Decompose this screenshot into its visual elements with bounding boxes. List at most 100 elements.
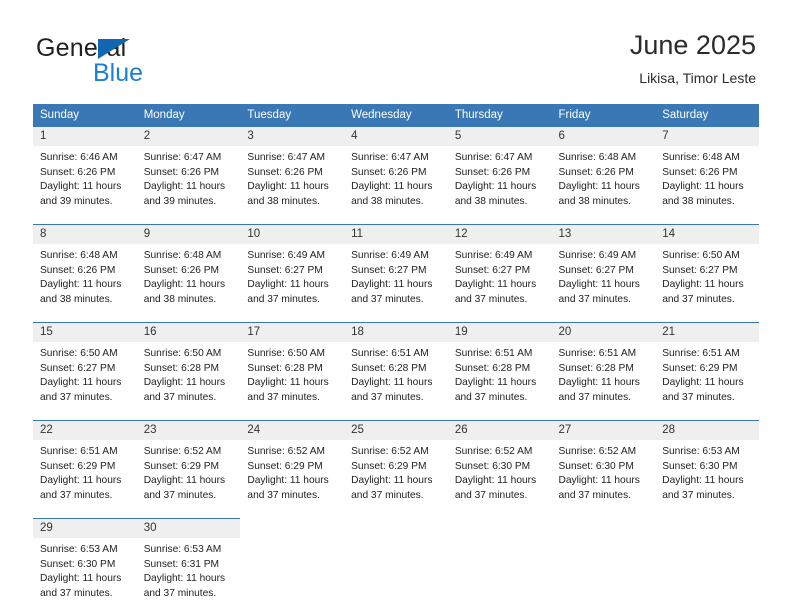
calendar-day-cell[interactable]: 9 Sunrise: 6:48 AM Sunset: 6:26 PM Daylight… [136,224,241,315]
calendar-day-cell[interactable]: 30 Sunrise: 6:53 AM Sunset: 6:31 PM Dayligh… [136,518,241,609]
calendar-day-cell[interactable]: 17 Sunrise: 6:50 AM Sunset: 6:28 PM Dayligh… [240,322,345,413]
sunrise-time: Sunrise: 6:46 AM [40,152,118,163]
daylight-duration-line2: and 39 minutes. [40,195,113,207]
calendar-day-cell[interactable]: 12 Sunrise: 6:49 AM Sunset: 6:27 PM Dayligh… [447,224,552,315]
calendar-day-cell[interactable]: 6 Sunrise: 6:48 AM Sunset: 6:26 PM Daylight… [551,126,656,217]
calendar-day-cell[interactable]: 29 Sunrise: 6:53 AM Sunset: 6:30 PM Dayligh… [33,518,137,609]
sunrise-time: Sunrise: 6:51 AM [351,348,429,359]
calendar-day-cell[interactable]: 16 Sunrise: 6:50 AM Sunset: 6:28 PM Dayligh… [136,322,241,413]
brand-logo[interactable]: General Blue [36,34,276,87]
week-gap-cell [33,216,137,225]
day-cell-inner: 2 Sunrise: 6:47 AM Sunset: 6:26 PM Daylight… [136,127,241,217]
day-cell-inner: 20 Sunrise: 6:51 AM Sunset: 6:28 PM Dayligh… [551,323,656,413]
day-number: 7 [655,127,759,146]
sunset-time: Sunset: 6:30 PM [40,558,116,570]
calendar-day-cell[interactable]: 15 Sunrise: 6:50 AM Sunset: 6:27 PM Dayligh… [33,322,137,413]
day-cell-inner: 24 Sunrise: 6:52 AM Sunset: 6:29 PM Dayligh… [240,421,345,511]
week-gap-cell [136,216,241,225]
daylight-duration-line1: Daylight: 11 hours [454,475,537,487]
daylight-duration-line1: Daylight: 11 hours [662,475,744,487]
day-cell-inner: 21 Sunrise: 6:51 AM Sunset: 6:29 PM Dayligh… [655,323,759,413]
daylight-duration-line2: and 38 minutes. [558,195,632,207]
sunrise-time: Sunrise: 6:50 AM [143,348,222,359]
day-details: Sunrise: 6:50 AM Sunset: 6:28 PM Daylight:… [240,342,344,405]
day-cell-inner: 22 Sunrise: 6:51 AM Sunset: 6:29 PM Dayligh… [33,421,137,511]
calendar-day-cell[interactable]: 19 Sunrise: 6:51 AM Sunset: 6:28 PM Dayligh… [447,322,552,413]
day-details: Sunrise: 6:51 AM Sunset: 6:29 PM Daylight:… [33,440,137,503]
week-gap-cell [447,412,552,421]
day-details: Sunrise: 6:52 AM Sunset: 6:30 PM Daylight:… [448,440,552,503]
day-details: Sunrise: 6:53 AM Sunset: 6:30 PM Daylight:… [655,440,759,503]
calendar-day-cell[interactable]: 23 Sunrise: 6:52 AM Sunset: 6:29 PM Dayligh… [136,420,241,511]
calendar-day-cell[interactable]: 13 Sunrise: 6:49 AM Sunset: 6:27 PM Dayligh… [551,224,656,315]
calendar-page: General Blue June 2025 Likisa, Timor Les… [0,0,792,612]
sunrise-time: Sunrise: 6:49 AM [454,250,533,261]
daylight-duration-line2: and 37 minutes. [351,293,424,305]
day-details: Sunrise: 6:51 AM Sunset: 6:28 PM Daylight:… [448,342,552,405]
day-details: Sunrise: 6:51 AM Sunset: 6:29 PM Daylight:… [655,342,759,405]
sunrise-time: Sunrise: 6:48 AM [662,152,740,163]
week-gap-cell [344,314,448,323]
sunrise-time: Sunrise: 6:51 AM [558,348,637,359]
weekday-header-sunday: Sunday [33,104,137,127]
calendar-empty-cell [240,518,345,609]
calendar-day-cell[interactable]: 1 Sunrise: 6:46 AM Sunset: 6:26 PM Daylight… [33,126,137,217]
sunrise-time: Sunrise: 6:49 AM [558,250,637,261]
calendar-day-cell[interactable]: 22 Sunrise: 6:51 AM Sunset: 6:29 PM Dayligh… [33,420,137,511]
sunrise-time: Sunrise: 6:49 AM [351,250,429,261]
day-number: 26 [447,421,552,440]
calendar-day-cell[interactable]: 28 Sunrise: 6:53 AM Sunset: 6:30 PM Dayligh… [655,420,759,511]
day-details: Sunrise: 6:49 AM Sunset: 6:27 PM Daylight:… [344,244,448,307]
sunset-time: Sunset: 6:26 PM [662,166,738,178]
day-cell-inner: 11 Sunrise: 6:49 AM Sunset: 6:27 PM Dayligh… [344,225,448,315]
calendar-day-cell[interactable]: 10 Sunrise: 6:49 AM Sunset: 6:27 PM Dayligh… [240,224,345,315]
daylight-duration-line1: Daylight: 11 hours [558,475,640,487]
calendar-empty-cell [447,518,552,609]
daylight-duration-line2: and 37 minutes. [143,489,217,501]
week-gap-cell [447,216,552,225]
sunrise-time: Sunrise: 6:52 AM [143,446,222,457]
sunrise-time: Sunrise: 6:51 AM [662,348,740,359]
calendar-day-cell[interactable]: 21 Sunrise: 6:51 AM Sunset: 6:29 PM Dayligh… [655,322,759,413]
daylight-duration-line2: and 37 minutes. [558,489,632,501]
calendar-day-cell[interactable]: 4 Sunrise: 6:47 AM Sunset: 6:26 PM Daylight… [344,126,448,217]
sunrise-time: Sunrise: 6:52 AM [558,446,637,457]
calendar-day-cell[interactable]: 25 Sunrise: 6:52 AM Sunset: 6:29 PM Dayligh… [344,420,448,511]
calendar-day-cell[interactable]: 24 Sunrise: 6:52 AM Sunset: 6:29 PM Dayligh… [240,420,345,511]
day-cell-inner: 16 Sunrise: 6:50 AM Sunset: 6:28 PM Dayligh… [136,323,241,413]
calendar-day-cell[interactable]: 8 Sunrise: 6:48 AM Sunset: 6:26 PM Daylight… [33,224,137,315]
daylight-duration-line2: and 37 minutes. [40,587,113,599]
daylight-duration-line2: and 37 minutes. [351,391,424,403]
calendar-day-cell[interactable]: 11 Sunrise: 6:49 AM Sunset: 6:27 PM Dayligh… [344,224,448,315]
calendar-day-cell[interactable]: 2 Sunrise: 6:47 AM Sunset: 6:26 PM Daylight… [136,126,241,217]
day-number: 16 [136,323,241,342]
weekday-header-wednesday: Wednesday [344,104,448,127]
calendar-day-cell[interactable]: 18 Sunrise: 6:51 AM Sunset: 6:28 PM Dayligh… [344,322,448,413]
sunrise-time: Sunrise: 6:52 AM [454,446,533,457]
calendar-day-cell[interactable]: 3 Sunrise: 6:47 AM Sunset: 6:26 PM Daylight… [240,126,345,217]
daylight-duration-line1: Daylight: 11 hours [40,279,122,291]
calendar-week-row: 8 Sunrise: 6:48 AM Sunset: 6:26 PM Daylight… [33,224,759,315]
calendar-day-cell[interactable]: 14 Sunrise: 6:50 AM Sunset: 6:27 PM Dayligh… [655,224,759,315]
day-details: Sunrise: 6:48 AM Sunset: 6:26 PM Daylight:… [552,146,656,209]
weekday-header-saturday: Saturday [655,104,759,127]
calendar-empty-cell [344,518,448,609]
calendar-day-cell[interactable]: 26 Sunrise: 6:52 AM Sunset: 6:30 PM Dayligh… [447,420,552,511]
calendar-day-cell[interactable]: 7 Sunrise: 6:48 AM Sunset: 6:26 PM Daylight… [655,126,759,217]
week-gap [33,314,759,323]
day-cell-inner: 4 Sunrise: 6:47 AM Sunset: 6:26 PM Daylight… [344,127,448,217]
daylight-duration-line1: Daylight: 11 hours [247,475,329,487]
daylight-duration-line2: and 37 minutes. [454,489,528,501]
day-cell-inner: 5 Sunrise: 6:47 AM Sunset: 6:26 PM Daylight… [447,127,552,217]
week-gap [33,216,759,225]
day-number: 14 [655,225,759,244]
sunset-time: Sunset: 6:26 PM [143,264,220,276]
day-cell-inner: 9 Sunrise: 6:48 AM Sunset: 6:26 PM Daylight… [136,225,241,315]
day-details: Sunrise: 6:50 AM Sunset: 6:28 PM Daylight:… [137,342,241,405]
calendar-week-row: 15 Sunrise: 6:50 AM Sunset: 6:27 PM Dayligh… [33,322,759,413]
sunrise-time: Sunrise: 6:47 AM [247,152,325,163]
calendar-day-cell[interactable]: 20 Sunrise: 6:51 AM Sunset: 6:28 PM Dayligh… [551,322,656,413]
calendar-day-cell[interactable]: 27 Sunrise: 6:52 AM Sunset: 6:30 PM Dayligh… [551,420,656,511]
calendar-day-cell[interactable]: 5 Sunrise: 6:47 AM Sunset: 6:26 PM Daylight… [447,126,552,217]
calendar-header-row: Sunday Monday Tuesday Wednesday Thursday… [33,104,759,127]
